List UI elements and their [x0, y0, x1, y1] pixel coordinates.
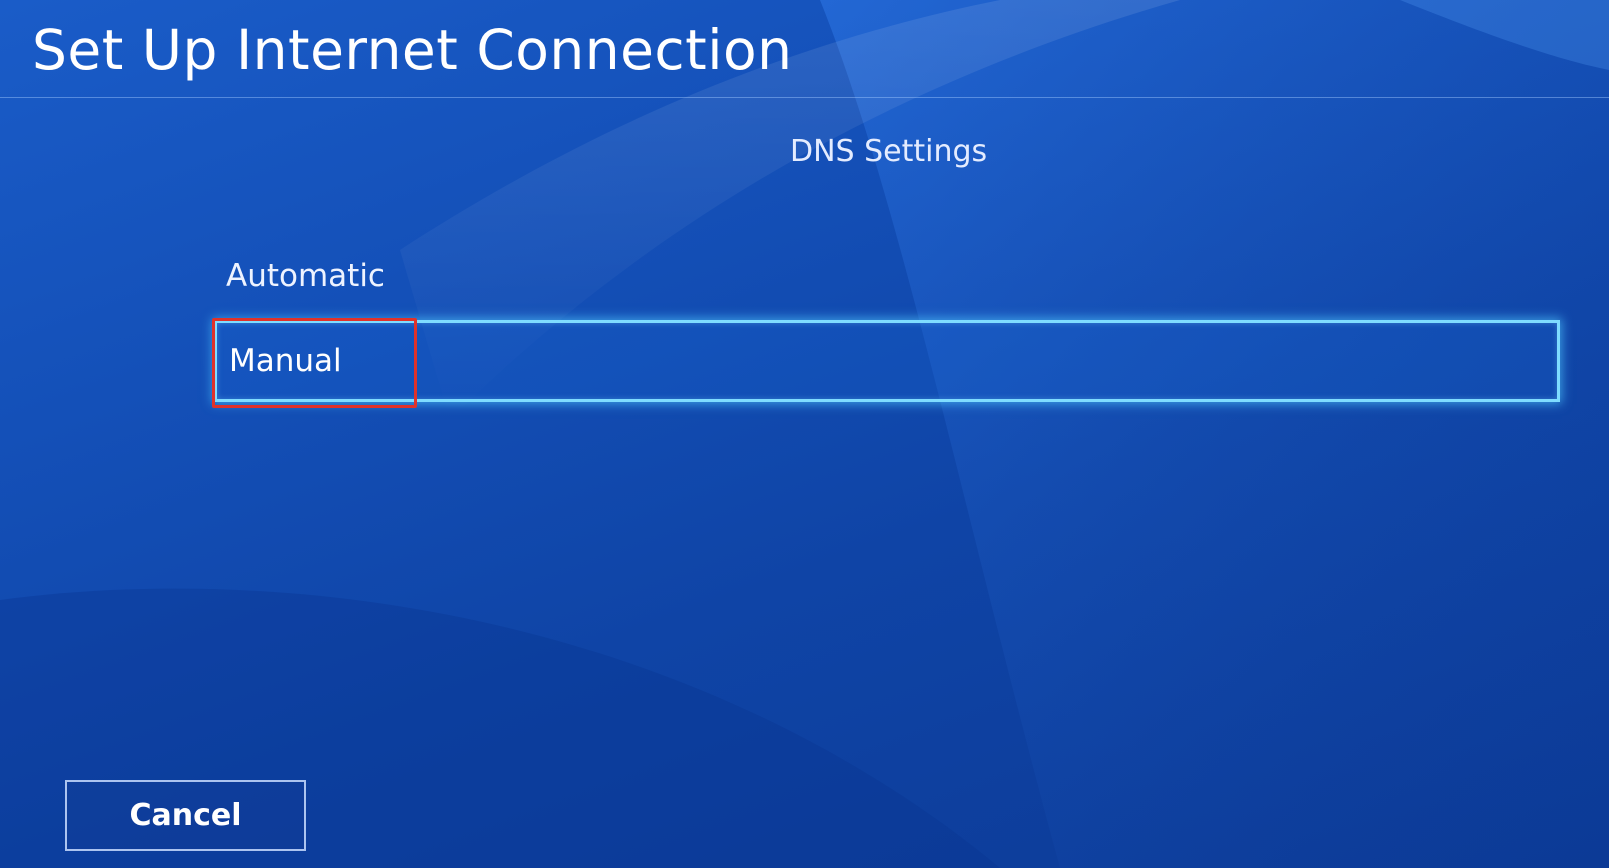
- option-label: Automatic: [226, 258, 385, 294]
- cancel-button[interactable]: Cancel: [65, 780, 306, 851]
- page-title: Set Up Internet Connection: [32, 18, 793, 82]
- background-waves: [0, 0, 1609, 868]
- header: Set Up Internet Connection: [0, 0, 1609, 98]
- option-label: Manual: [229, 343, 342, 379]
- option-automatic[interactable]: Automatic: [214, 235, 1560, 317]
- option-manual[interactable]: Manual: [214, 320, 1560, 402]
- section-title: DNS Settings: [790, 134, 988, 169]
